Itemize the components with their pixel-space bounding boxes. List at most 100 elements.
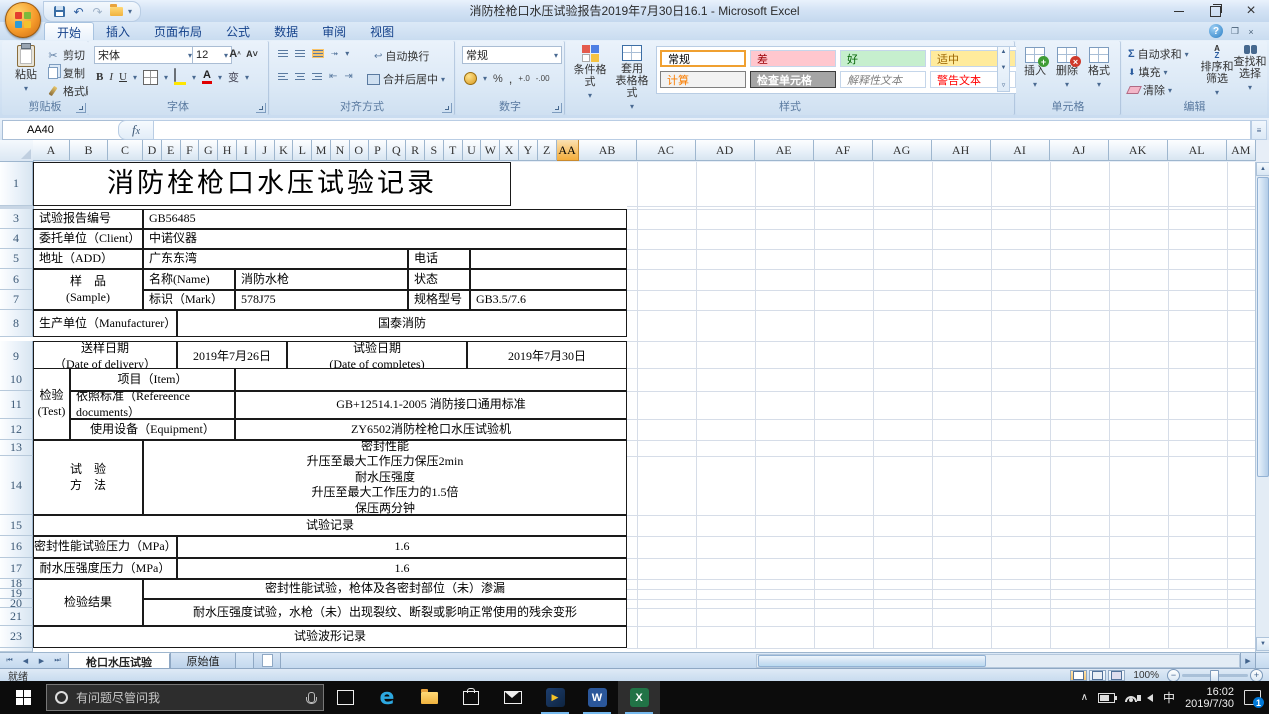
find-select-button[interactable]: 查找和选择 xyxy=(1234,45,1266,94)
column-header-D[interactable]: D xyxy=(143,140,162,161)
table-cell[interactable]: 规格型号 xyxy=(408,290,470,310)
microphone-icon[interactable] xyxy=(308,692,315,703)
select-all-corner[interactable] xyxy=(0,140,34,162)
align-right-icon[interactable] xyxy=(312,73,322,80)
column-header-AK[interactable]: AK xyxy=(1109,140,1168,161)
cell-style-好[interactable]: 好 xyxy=(840,50,926,67)
orientation-icon[interactable] xyxy=(331,48,338,59)
align-bottom-icon[interactable] xyxy=(312,49,324,58)
clock[interactable]: 16:02 2019/7/30 xyxy=(1185,686,1234,710)
table-cell[interactable]: ZY6502消防栓枪口水压试验机 xyxy=(235,419,627,440)
row-header-12[interactable]: 12 xyxy=(0,419,33,440)
normal-view-button[interactable] xyxy=(1070,670,1087,681)
vertical-scrollbar[interactable] xyxy=(1255,162,1269,652)
font-color-icon[interactable]: A xyxy=(202,71,212,84)
bold-icon[interactable] xyxy=(96,71,103,83)
gallery-up-icon[interactable] xyxy=(1001,49,1007,55)
font-size-combo[interactable]: 12 xyxy=(192,46,232,64)
table-cell[interactable]: 密封性能 升压至最大工作压力保压2min 耐水压强度 升压至最大工作压力的1.5… xyxy=(143,440,627,515)
column-header-T[interactable]: T xyxy=(444,140,463,161)
table-cell[interactable]: 消防水枪 xyxy=(235,269,408,290)
row-header-8[interactable]: 8 xyxy=(0,310,33,337)
wrap-text-button[interactable]: 自动换行 xyxy=(374,48,429,64)
formula-bar-expand-icon[interactable] xyxy=(1251,120,1267,140)
column-header-AM[interactable]: AM xyxy=(1227,140,1256,161)
column-header-Z[interactable]: Z xyxy=(538,140,557,161)
formula-input[interactable] xyxy=(153,120,1251,140)
cell-style-检查单元格[interactable]: 检查单元格 xyxy=(750,71,836,88)
row-header-21[interactable]: 21 xyxy=(0,608,33,626)
italic-icon[interactable] xyxy=(109,71,113,83)
alignment-dialog-launcher[interactable] xyxy=(442,103,452,113)
merge-center-button[interactable]: 合并后居中 xyxy=(366,71,445,87)
open-folder-icon[interactable] xyxy=(109,4,124,19)
align-left-icon[interactable] xyxy=(278,73,288,80)
table-cell[interactable]: 578J75 xyxy=(235,290,408,310)
gallery-more-icon[interactable] xyxy=(1002,81,1006,89)
next-sheet-icon[interactable] xyxy=(34,654,49,668)
row-header-14[interactable]: 14 xyxy=(0,456,33,515)
autosum-button[interactable]: 自动求和 xyxy=(1128,46,1189,62)
cell-style-常规[interactable]: 常规 xyxy=(660,50,746,67)
page-layout-view-button[interactable] xyxy=(1089,670,1106,681)
table-cell[interactable]: 试验报告编号 xyxy=(33,209,143,229)
grow-font-icon[interactable]: A˄ xyxy=(228,47,242,61)
office-button[interactable] xyxy=(5,2,41,38)
name-box[interactable]: AA40 xyxy=(2,120,136,140)
tab-数据[interactable]: 数据 xyxy=(262,22,310,40)
cell-style-计算[interactable]: 计算 xyxy=(660,71,746,88)
comma-style-icon[interactable] xyxy=(509,71,513,86)
column-header-C[interactable]: C xyxy=(108,140,143,161)
horizontal-scroll-thumb[interactable] xyxy=(758,655,986,667)
tab-审阅[interactable]: 审阅 xyxy=(310,22,358,40)
scroll-right-icon[interactable] xyxy=(1240,653,1256,669)
column-header-AL[interactable]: AL xyxy=(1168,140,1227,161)
number-dialog-launcher[interactable] xyxy=(552,103,562,113)
mail-button[interactable] xyxy=(492,681,534,714)
row-header-11[interactable]: 11 xyxy=(0,391,33,419)
column-header-AA[interactable]: AA xyxy=(557,140,579,161)
tab-页面布局[interactable]: 页面布局 xyxy=(142,22,214,40)
table-cell[interactable]: 项目（Item） xyxy=(70,368,235,391)
clipboard-dialog-launcher[interactable] xyxy=(76,103,86,113)
restore-button[interactable] xyxy=(1197,0,1233,22)
decrease-indent-icon[interactable] xyxy=(329,71,337,82)
column-header-R[interactable]: R xyxy=(406,140,425,161)
borders-icon[interactable] xyxy=(143,70,158,85)
font-name-combo[interactable]: 宋体 xyxy=(94,46,196,64)
minimize-button[interactable] xyxy=(1161,0,1197,22)
table-cell[interactable] xyxy=(235,368,627,391)
table-cell[interactable]: 中诺仪器 xyxy=(143,229,627,249)
column-header-AB[interactable]: AB xyxy=(579,140,637,161)
tray-expand-icon[interactable] xyxy=(1081,692,1088,703)
column-header-M[interactable]: M xyxy=(312,140,331,161)
column-header-H[interactable]: H xyxy=(218,140,237,161)
column-header-S[interactable]: S xyxy=(425,140,444,161)
row-header-5[interactable]: 5 xyxy=(0,249,33,269)
last-sheet-icon[interactable] xyxy=(50,654,65,668)
row-header-4[interactable]: 4 xyxy=(0,229,33,249)
table-cell[interactable]: 1.6 xyxy=(177,536,627,558)
table-cell[interactable]: GB3.5/7.6 xyxy=(470,290,627,310)
column-header-AH[interactable]: AH xyxy=(932,140,991,161)
align-middle-icon[interactable] xyxy=(295,50,305,57)
sheet-tab-原始值[interactable]: 原始值 xyxy=(170,653,236,669)
table-cell[interactable]: 检验 (Test) xyxy=(33,368,70,440)
column-header-AD[interactable]: AD xyxy=(696,140,755,161)
cell-style-差[interactable]: 差 xyxy=(750,50,836,67)
column-header-AC[interactable]: AC xyxy=(637,140,696,161)
excel-button[interactable]: X xyxy=(618,681,660,714)
column-header-AG[interactable]: AG xyxy=(873,140,932,161)
align-top-icon[interactable] xyxy=(278,50,288,57)
delete-cells-button[interactable]: × 删除 xyxy=(1052,47,1082,91)
align-center-icon[interactable] xyxy=(295,73,305,80)
table-cell[interactable]: 电话 xyxy=(408,249,470,269)
column-header-J[interactable]: J xyxy=(256,140,275,161)
phonetic-icon[interactable] xyxy=(228,69,239,85)
help-icon[interactable] xyxy=(1209,24,1223,38)
percent-style-icon[interactable] xyxy=(493,73,503,85)
column-header-Q[interactable]: Q xyxy=(387,140,406,161)
column-header-B[interactable]: B xyxy=(70,140,108,161)
column-header-K[interactable]: K xyxy=(275,140,294,161)
table-cell[interactable]: 密封性能试验，枪体及各密封部位（未）渗漏 xyxy=(143,579,627,599)
